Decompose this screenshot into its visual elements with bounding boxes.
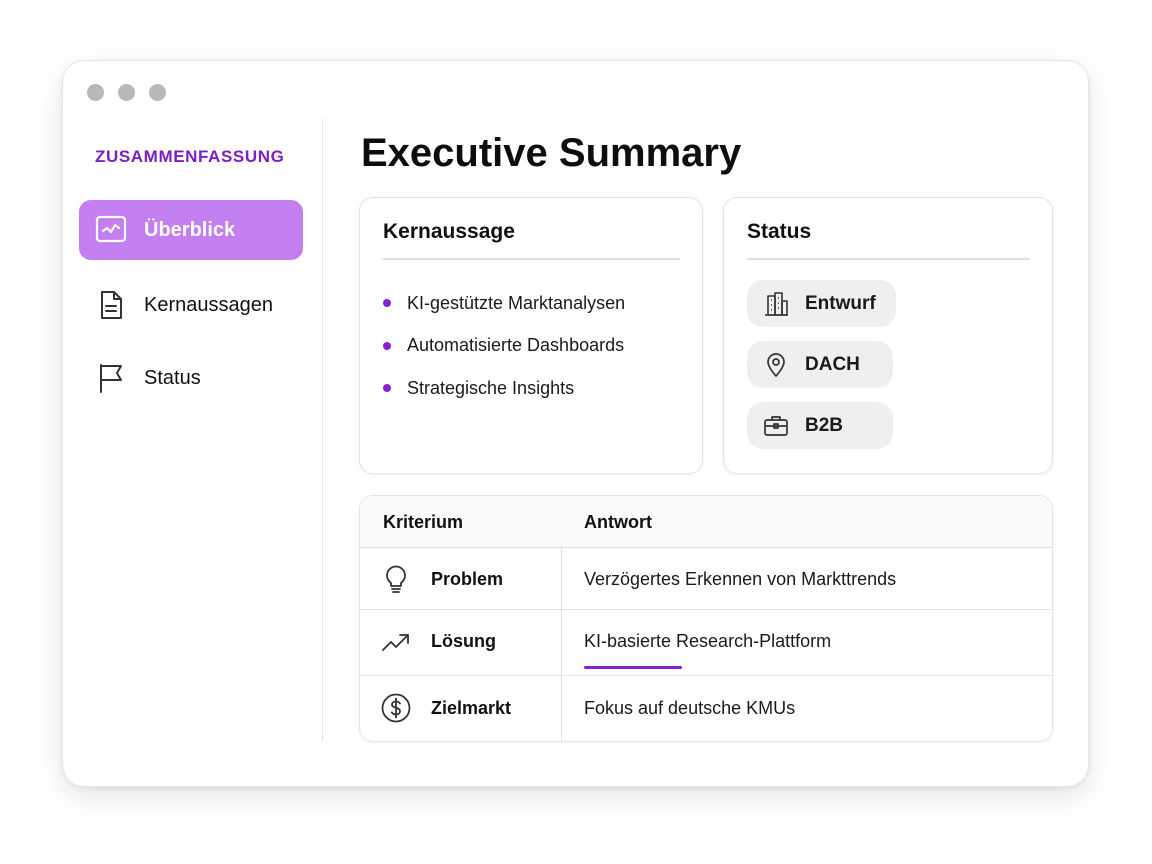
table-cell-criterion: Zielmarkt bbox=[431, 698, 512, 718]
table-cell-answer: KI-basierte Research-Plattform bbox=[584, 631, 832, 651]
card-divider bbox=[383, 258, 680, 260]
card-title: Status bbox=[747, 220, 812, 243]
list-item: KI-gestützte Marktanalysen bbox=[383, 282, 625, 325]
sidebar-item-label: Kernaussagen bbox=[144, 293, 273, 316]
sidebar-item-ueberblick[interactable]: Überblick bbox=[79, 200, 303, 260]
chip-label: B2B bbox=[805, 414, 844, 436]
building-icon bbox=[763, 291, 789, 317]
sidebar-divider bbox=[322, 119, 323, 741]
sidebar-item-kernaussagen[interactable]: Kernaussagen bbox=[79, 275, 303, 335]
card-title: Kernaussage bbox=[383, 220, 515, 243]
page-title: Executive Summary bbox=[361, 131, 742, 175]
highlight-underline bbox=[584, 666, 682, 669]
chip-label: Entwurf bbox=[805, 292, 876, 314]
kernaussage-card: Kernaussage KI-gestützte Marktanalysen A… bbox=[359, 197, 703, 474]
status-chip-b2b[interactable]: B2B bbox=[747, 402, 893, 449]
bullet-icon bbox=[383, 384, 391, 393]
column-header-antwort: Antwort bbox=[584, 512, 652, 532]
trend-up-icon bbox=[380, 626, 412, 658]
list-item: Automatisierte Dashboards bbox=[383, 325, 625, 368]
flag-icon bbox=[95, 362, 127, 394]
table-row: Problem Verzögertes Erkennen von Markttr… bbox=[360, 548, 1052, 610]
document-icon bbox=[95, 289, 127, 321]
window-minimize-button[interactable] bbox=[118, 84, 135, 101]
table-cell-answer: Verzögertes Erkennen von Markttrends bbox=[584, 569, 897, 589]
table-cell-answer: Fokus auf deutsche KMUs bbox=[584, 698, 796, 718]
summary-table: Kriterium Antwort Problem Verzögertes Er… bbox=[359, 495, 1053, 742]
window-controls bbox=[87, 84, 166, 101]
dollar-circle-icon bbox=[380, 692, 412, 724]
table-row: Lösung KI-basierte Research-Plattform bbox=[360, 610, 1052, 676]
sidebar-heading: ZUSAMMENFASSUNG bbox=[95, 147, 285, 166]
status-card: Status Entwurf DACH B2B bbox=[723, 197, 1053, 474]
chart-monitor-icon bbox=[95, 214, 127, 246]
bullet-icon bbox=[383, 341, 391, 350]
table-cell-criterion: Lösung bbox=[431, 631, 496, 651]
table-cell-criterion: Problem bbox=[431, 569, 504, 589]
bullet-icon bbox=[383, 299, 391, 308]
sidebar: ZUSAMMENFASSUNG Überblick Kernaussagen S… bbox=[79, 121, 319, 741]
sidebar-item-label: Überblick bbox=[144, 218, 236, 241]
status-chip-dach[interactable]: DACH bbox=[747, 341, 893, 388]
card-divider bbox=[747, 258, 1030, 260]
chip-label: DACH bbox=[805, 353, 860, 375]
column-header-kriterium: Kriterium bbox=[383, 512, 464, 532]
briefcase-icon bbox=[763, 413, 789, 439]
app-window: ZUSAMMENFASSUNG Überblick Kernaussagen S… bbox=[62, 60, 1089, 787]
status-chip-entwurf[interactable]: Entwurf bbox=[747, 280, 896, 327]
window-maximize-button[interactable] bbox=[149, 84, 166, 101]
sidebar-item-label: Status bbox=[144, 366, 201, 389]
location-pin-icon bbox=[763, 352, 789, 378]
list-item: Strategische Insights bbox=[383, 367, 625, 410]
table-header: Kriterium Antwort bbox=[360, 496, 1052, 548]
bullet-list: KI-gestützte Marktanalysen Automatisiert… bbox=[383, 282, 625, 410]
sidebar-item-status[interactable]: Status bbox=[79, 348, 303, 408]
window-close-button[interactable] bbox=[87, 84, 104, 101]
lightbulb-icon bbox=[380, 563, 412, 595]
table-row: Zielmarkt Fokus auf deutsche KMUs bbox=[360, 676, 1052, 741]
